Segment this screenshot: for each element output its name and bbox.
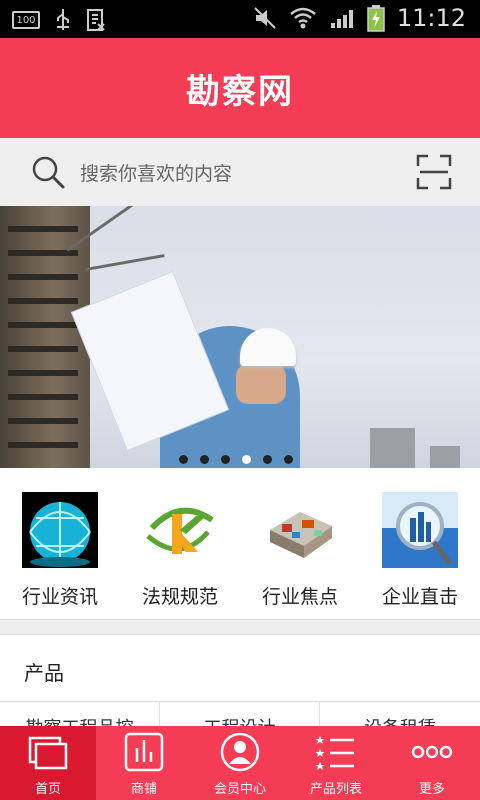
tab-label: 会员中心 — [213, 782, 266, 797]
more-icon — [411, 745, 453, 759]
member-icon — [220, 732, 260, 772]
magnifier-city-icon — [382, 492, 458, 568]
category-label: 企业直击 — [381, 586, 458, 608]
bottom-tab-bar: 首页 商铺 会员中心 产品列表 更多 — [0, 726, 480, 800]
shop-chart-icon — [124, 732, 164, 772]
category-item[interactable]: 行业资讯 — [0, 468, 120, 620]
tab-product-list[interactable]: 产品列表 — [288, 726, 384, 800]
signal-icon — [330, 10, 353, 28]
carousel-dot[interactable] — [221, 455, 230, 464]
status-time: 11:12 — [396, 4, 466, 32]
tab-shop[interactable]: 商铺 — [96, 726, 192, 800]
carousel-dot[interactable] — [263, 455, 272, 464]
banner-carousel[interactable] — [0, 206, 480, 468]
category-grid: 行业资讯 法规规范 行业焦点 企业直击 — [0, 468, 480, 620]
category-item[interactable]: 行业焦点 — [240, 468, 360, 620]
list-icon — [315, 736, 354, 770]
search-icon[interactable] — [30, 154, 66, 190]
category-label: 行业资讯 — [21, 586, 98, 608]
tab-more[interactable]: 更多 — [384, 726, 480, 800]
search-bar[interactable]: 搜索你喜欢的内容 — [0, 138, 480, 206]
house-model-icon — [262, 492, 338, 568]
tab-label: 首页 — [34, 782, 61, 797]
app-title: 勘察网 — [186, 71, 294, 112]
subtab-item[interactable]: 勘察工程品控 — [0, 702, 160, 726]
globe-icon — [22, 492, 98, 568]
home-icon — [28, 736, 68, 770]
products-section-header: 产品 — [0, 634, 480, 702]
debug-icon — [87, 9, 105, 31]
carousel-dot[interactable] — [179, 455, 188, 464]
scan-icon[interactable] — [416, 154, 452, 190]
subtab-item[interactable]: 设备租赁 — [320, 702, 480, 726]
subtab-item[interactable]: 工程设计 — [160, 702, 320, 726]
category-item[interactable]: 企业直击 — [360, 468, 480, 620]
tab-member[interactable]: 会员中心 — [192, 726, 288, 800]
battery-charging-icon — [367, 5, 385, 32]
k-logo-icon — [142, 492, 218, 568]
carousel-dot[interactable] — [200, 455, 209, 464]
status-left-icons: 100 — [12, 8, 106, 32]
carousel-dot[interactable] — [284, 455, 293, 464]
tab-home[interactable]: 首页 — [0, 726, 96, 800]
section-title: 产品 — [24, 661, 64, 685]
battery-percent-icon: 100 — [12, 11, 40, 29]
status-right-icons: 11:12 — [253, 4, 466, 32]
tab-label: 产品列表 — [309, 782, 362, 797]
category-label: 法规规范 — [141, 586, 218, 608]
carousel-dots — [0, 455, 476, 464]
category-label: 行业焦点 — [261, 586, 338, 608]
status-bar: 100 11:12 — [0, 0, 480, 38]
tab-label: 更多 — [418, 782, 445, 797]
search-input[interactable]: 搜索你喜欢的内容 — [80, 159, 416, 186]
engineer-face — [236, 364, 286, 404]
category-item[interactable]: 法规规范 — [120, 468, 240, 620]
usb-icon — [57, 9, 69, 30]
product-subtabs: 勘察工程品控 工程设计 设备租赁 — [0, 702, 480, 726]
carousel-dot[interactable] — [242, 455, 251, 464]
crane-arm — [85, 254, 165, 271]
tab-label: 商铺 — [130, 782, 157, 797]
wifi-icon — [290, 7, 316, 29]
app-header: 勘察网 — [0, 38, 480, 138]
mute-icon — [254, 7, 276, 29]
